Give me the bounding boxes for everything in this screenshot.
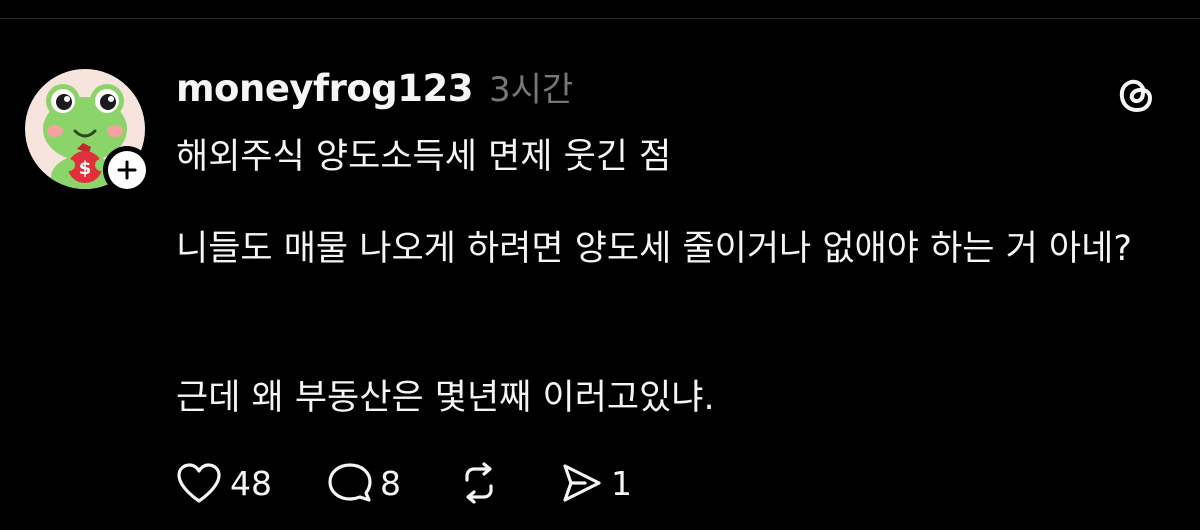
comment-bubble-icon <box>326 460 374 506</box>
action-bar: 48 8 1 <box>174 455 686 511</box>
like-count: 48 <box>230 463 272 503</box>
threads-logo-icon[interactable] <box>1113 72 1159 118</box>
plus-icon <box>108 151 146 189</box>
send-icon <box>557 460 605 506</box>
share-count: 1 <box>611 463 632 503</box>
heart-icon <box>174 460 224 506</box>
username-link[interactable]: moneyfrog123 <box>176 67 474 110</box>
share-button[interactable]: 1 <box>557 460 632 506</box>
top-divider <box>0 18 1200 19</box>
post-header: moneyfrog123 3시간 <box>176 62 573 114</box>
post-body-paragraph-1: 니들도 매물 나오게 하려면 양도세 줄이거나 없애야 하는 거 아네? <box>176 229 1132 269</box>
post-timestamp[interactable]: 3시간 <box>489 62 573 111</box>
follow-button[interactable] <box>103 146 151 194</box>
svg-text:$: $ <box>79 158 92 179</box>
post-body-paragraph-2: 근데 왜 부동산은 몇년째 이러고있냐. <box>176 378 715 418</box>
comment-count: 8 <box>380 463 401 503</box>
repost-icon <box>455 460 503 506</box>
like-button[interactable]: 48 <box>174 460 272 506</box>
post-title: 해외주식 양도소득세 면제 웃긴 점 <box>176 137 672 177</box>
comment-button[interactable]: 8 <box>326 460 401 506</box>
repost-button[interactable] <box>455 460 503 506</box>
